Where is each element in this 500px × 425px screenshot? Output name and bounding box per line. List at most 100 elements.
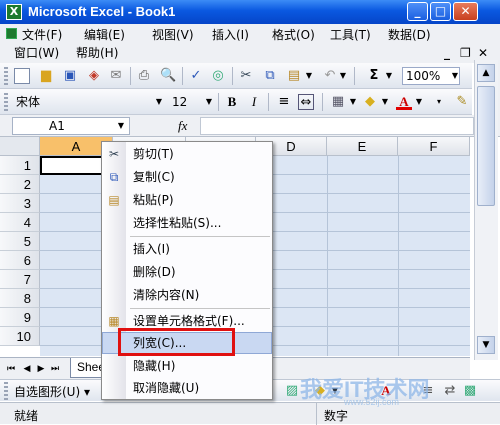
ctx-item-hide[interactable]: 隐藏(H) <box>102 355 272 377</box>
ctx-label: 设置单元格格式(F)... <box>133 314 245 328</box>
paste-icon: ▤ <box>108 193 120 207</box>
row-header-5[interactable]: 5 <box>0 232 40 251</box>
menu-window[interactable]: 窗口(W) <box>14 45 59 61</box>
email-icon[interactable]: ✉ <box>108 68 124 84</box>
insert-picture-icon[interactable]: ▨ <box>284 383 300 399</box>
menu-data[interactable]: 数据(D) <box>388 27 431 43</box>
menu-help[interactable]: 帮助(H) <box>76 45 118 61</box>
toolbar-grip[interactable] <box>4 382 8 400</box>
menu-view[interactable]: 视图(V) <box>152 27 194 43</box>
workbook-icon[interactable] <box>6 28 17 39</box>
ctx-item-clear-contents[interactable]: 清除内容(N) <box>102 284 272 306</box>
select-all-corner[interactable] <box>0 137 40 156</box>
font-combo[interactable]: 宋体 <box>12 93 162 111</box>
bold-button[interactable]: B <box>224 94 240 110</box>
italic-button[interactable]: I <box>246 94 262 110</box>
mdi-close-button[interactable]: ✕ <box>478 45 488 61</box>
ctx-item-paste-special[interactable]: 选择性粘贴(S)... <box>102 212 272 234</box>
vertical-scrollbar[interactable]: ▲ ▼ <box>474 60 498 360</box>
font-dropdown[interactable]: ▼ <box>154 94 164 110</box>
toolbar-grip[interactable] <box>4 93 8 111</box>
ctx-item-copy[interactable]: ⧉ 复制(C) <box>102 166 272 188</box>
new-icon[interactable] <box>14 68 30 84</box>
menu-bar-2: 窗口(W) 帮助(H) _ ❐ ✕ <box>0 44 500 63</box>
copy-icon[interactable]: ⧉ <box>262 68 278 84</box>
last-sheet-button[interactable]: ⏭ <box>50 362 60 376</box>
row-header-1[interactable]: 1 <box>0 156 40 175</box>
scroll-up-button[interactable]: ▲ <box>477 64 495 82</box>
menu-format[interactable]: 格式(O) <box>272 27 315 43</box>
row-header-9[interactable]: 9 <box>0 308 40 327</box>
fill-color-dropdown[interactable]: ▼ <box>380 94 390 110</box>
toolbar-grip[interactable] <box>4 67 8 85</box>
row-header-7[interactable]: 7 <box>0 270 40 289</box>
column-header-f[interactable]: F <box>398 137 470 156</box>
borders-dropdown[interactable]: ▼ <box>348 94 358 110</box>
autosum-dropdown[interactable]: ▼ <box>384 68 394 84</box>
row-header-8[interactable]: 8 <box>0 289 40 308</box>
menu-insert[interactable]: 插入(I) <box>212 27 249 43</box>
permission-icon[interactable]: ◈ <box>86 68 102 84</box>
fill-color-icon[interactable]: ◆ <box>362 94 378 110</box>
draw-borders-icon[interactable]: ✎ <box>454 94 470 110</box>
minimize-button[interactable]: _ <box>407 2 428 21</box>
autoshapes-button[interactable]: 自选图形(U) ▾ <box>14 383 90 400</box>
scroll-thumb[interactable] <box>477 86 495 206</box>
maximize-button[interactable]: □ <box>430 2 451 21</box>
mdi-restore-button[interactable]: ❐ <box>460 45 471 61</box>
font-size-dropdown[interactable]: ▼ <box>204 94 214 110</box>
spelling-icon[interactable]: ✓ <box>188 68 204 84</box>
arrow-style-icon[interactable]: ⇄ <box>442 383 458 399</box>
menu-edit[interactable]: 编辑(E) <box>84 27 125 43</box>
row-header-3[interactable]: 3 <box>0 194 40 213</box>
open-icon[interactable]: ▆ <box>38 68 54 84</box>
merge-center-icon[interactable]: ⇔ <box>298 94 314 110</box>
column-header-e[interactable]: E <box>327 137 398 156</box>
autosum-icon[interactable]: Σ <box>366 68 382 84</box>
next-sheet-button[interactable]: ▶ <box>36 362 46 376</box>
align-center-icon[interactable]: ≡ <box>276 94 292 110</box>
mdi-minimize-button[interactable]: _ <box>444 45 450 61</box>
row-header-10[interactable]: 10 <box>0 327 40 346</box>
title-bar[interactable]: X Microsoft Excel - Book1 _ □ ✕ <box>0 0 500 24</box>
toolbar-separator <box>182 67 183 85</box>
ctx-item-unhide[interactable]: 取消隐藏(U) <box>102 377 272 399</box>
font-color-icon[interactable]: A <box>396 94 412 110</box>
cut-icon[interactable]: ✂ <box>238 68 254 84</box>
autoshapes-label: 自选图形(U) <box>14 385 81 399</box>
undo-dropdown[interactable]: ▼ <box>338 68 348 84</box>
3d-style-icon[interactable]: ▩ <box>462 383 478 399</box>
insert-function-button[interactable]: fx <box>178 118 187 134</box>
formula-input[interactable] <box>200 117 474 135</box>
paste-options-dropdown[interactable]: ▼ <box>304 68 314 84</box>
research-icon[interactable]: ◎ <box>210 68 226 84</box>
first-sheet-button[interactable]: ⏮ <box>6 362 16 376</box>
ctx-item-cut[interactable]: ✂ 剪切(T) <box>102 143 272 165</box>
zoom-dropdown[interactable]: ▼ <box>450 68 460 84</box>
window-title: Microsoft Excel - Book1 <box>28 4 176 19</box>
save-icon[interactable]: ▣ <box>62 68 78 84</box>
scroll-down-button[interactable]: ▼ <box>477 336 495 354</box>
menu-tools[interactable]: 工具(T) <box>330 27 371 43</box>
ctx-item-insert[interactable]: 插入(I) <box>102 238 272 260</box>
name-box[interactable]: A1 <box>12 117 130 135</box>
toolbar-separator <box>130 67 131 85</box>
font-color-dropdown[interactable]: ▼ <box>414 94 424 110</box>
ctx-item-delete[interactable]: 删除(D) <box>102 261 272 283</box>
row-header-4[interactable]: 4 <box>0 213 40 232</box>
paste-icon[interactable]: ▤ <box>286 68 302 84</box>
borders-icon[interactable]: ▦ <box>330 94 346 110</box>
excel-app-icon[interactable]: X <box>6 4 22 20</box>
print-icon[interactable]: ⎙ <box>136 68 152 84</box>
toolbar-options-icon[interactable]: ▾ <box>434 94 444 110</box>
row-header-2[interactable]: 2 <box>0 175 40 194</box>
name-box-dropdown[interactable]: ▼ <box>116 118 126 134</box>
row-header-6[interactable]: 6 <box>0 251 40 270</box>
scissors-icon: ✂ <box>108 147 120 161</box>
prev-sheet-button[interactable]: ◀ <box>22 362 32 376</box>
close-button[interactable]: ✕ <box>453 2 478 21</box>
menu-file[interactable]: 文件(F) <box>22 27 62 43</box>
ctx-item-paste[interactable]: ▤ 粘贴(P) <box>102 189 272 211</box>
undo-icon[interactable]: ↶ <box>322 68 338 84</box>
print-preview-icon[interactable]: 🔍 <box>160 68 176 84</box>
